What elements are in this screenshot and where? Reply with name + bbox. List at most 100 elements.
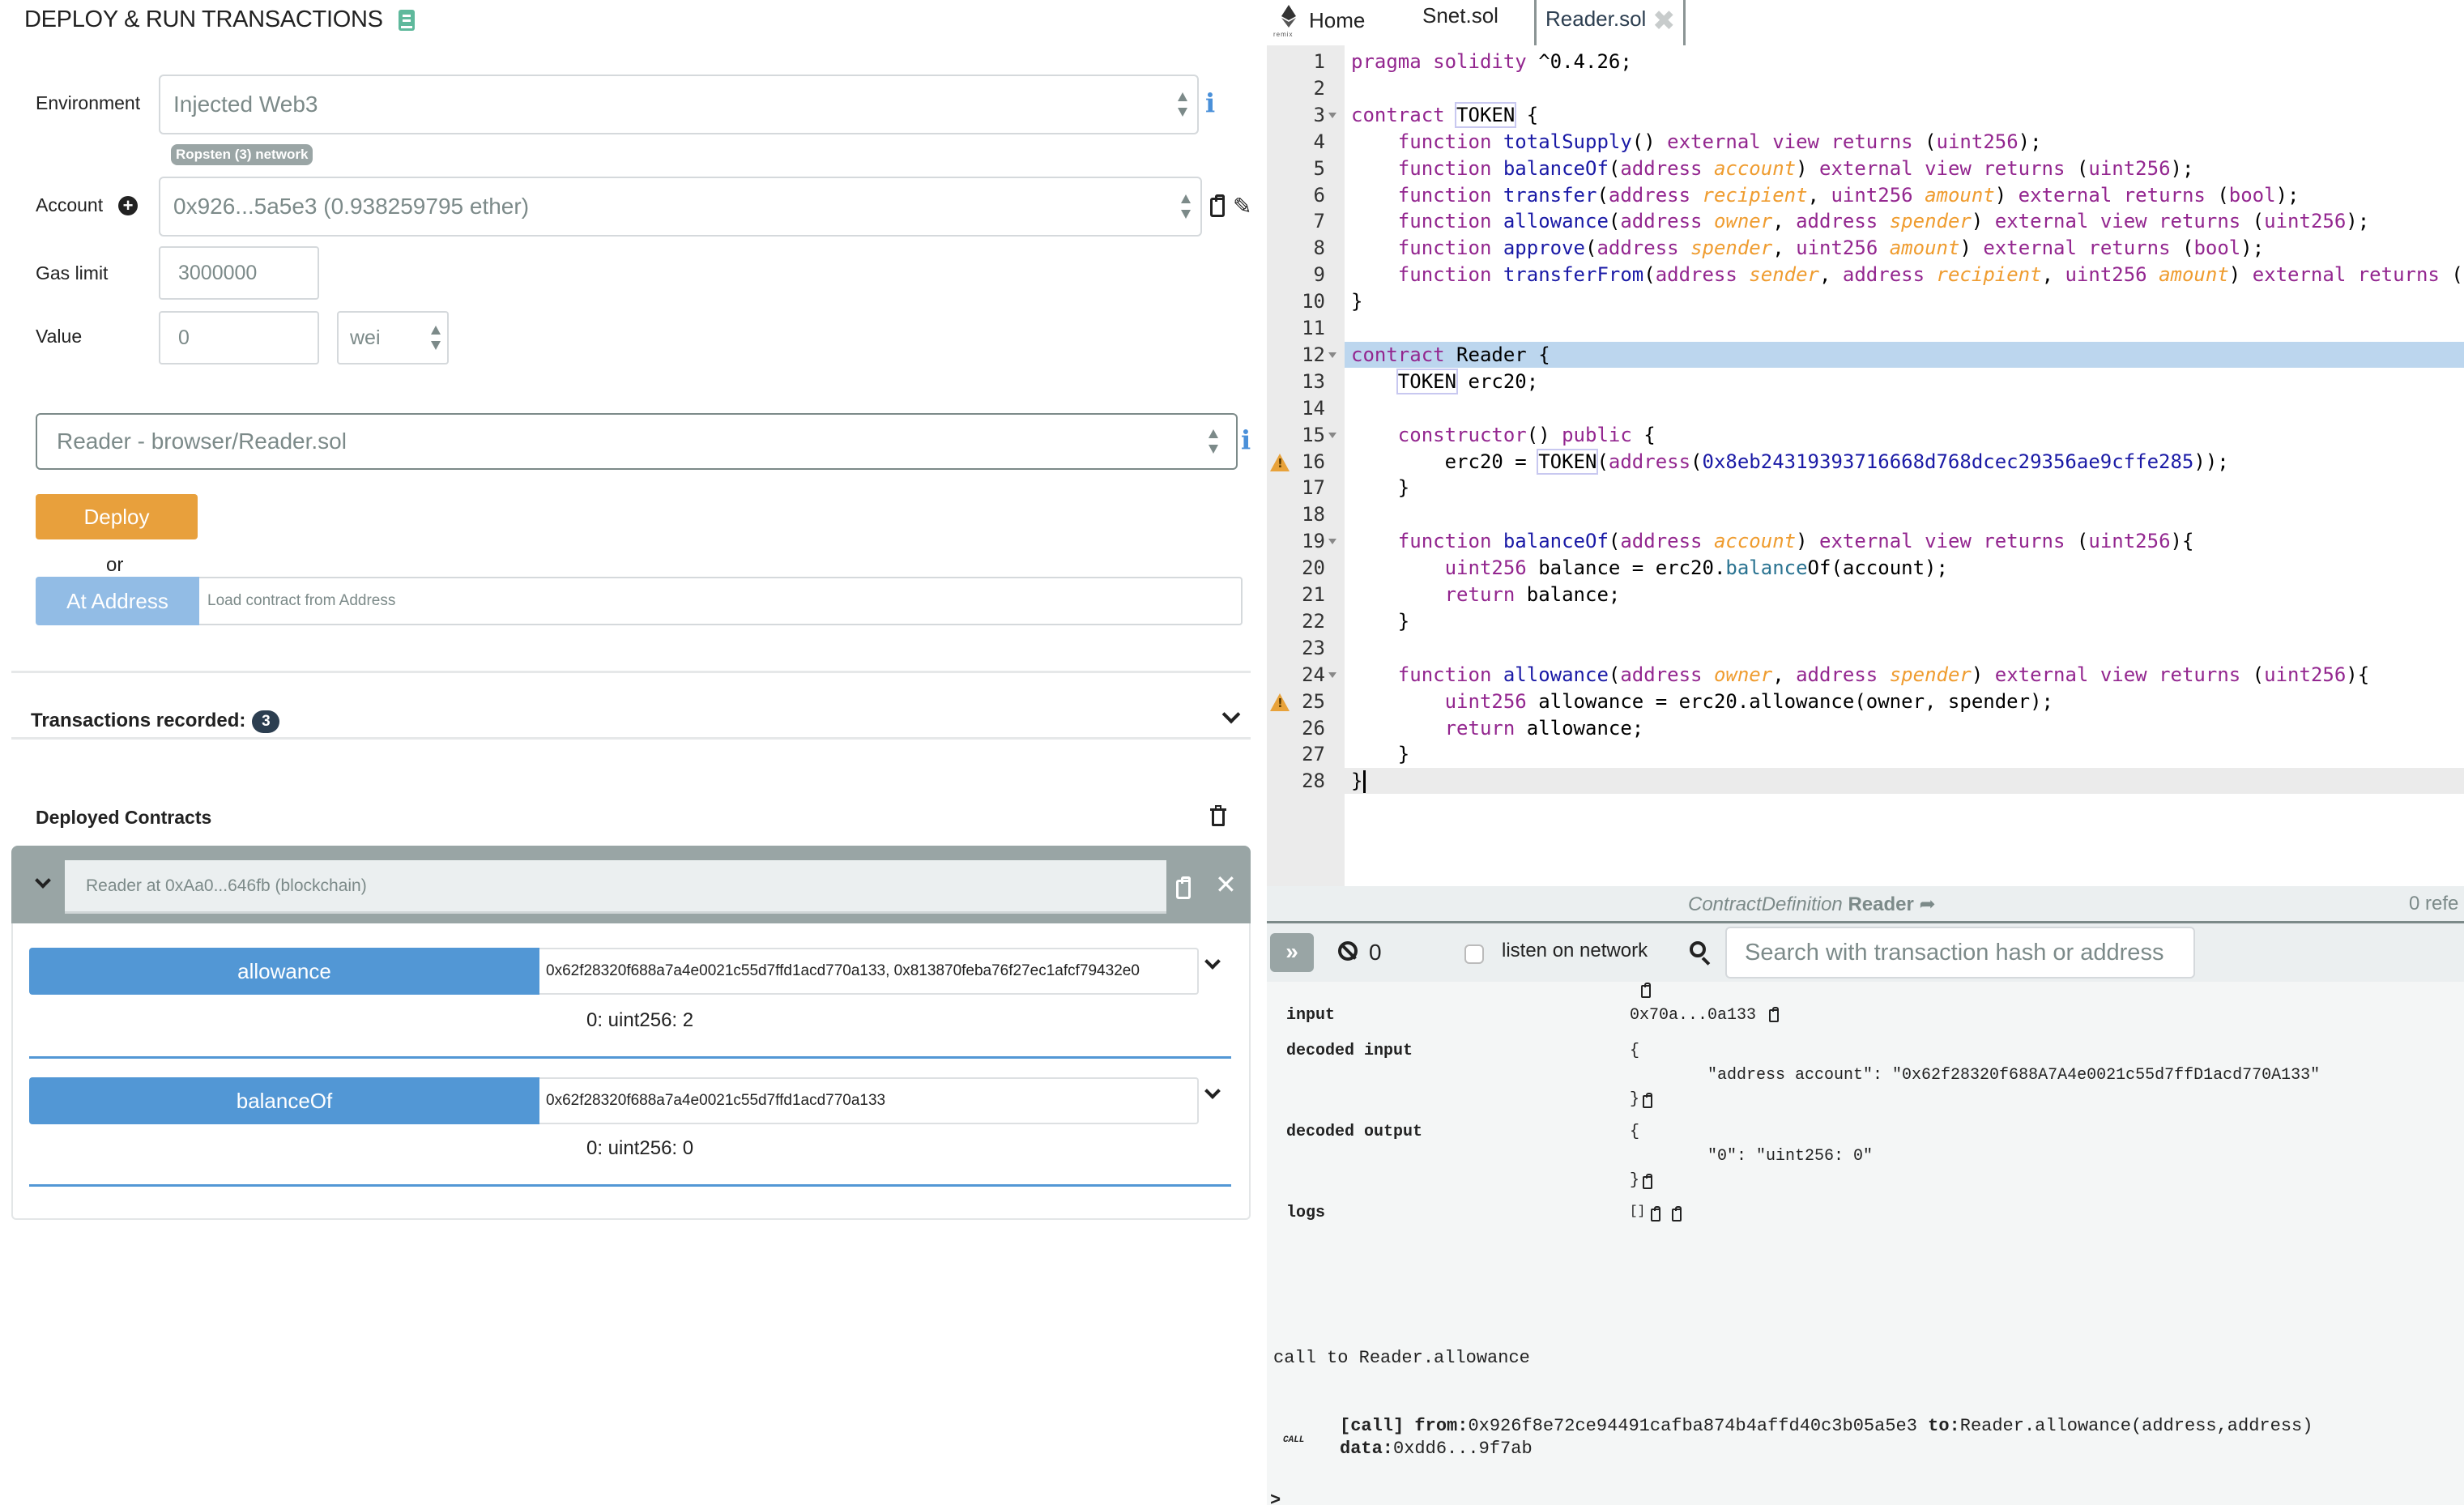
copy-decoded-input-clipboard-icon[interactable] (1643, 1093, 1652, 1108)
code-line[interactable]: 20 uint256 balance = erc20.balanceOf(acc… (1267, 555, 2464, 581)
code-line[interactable]: 27 } (1267, 741, 2464, 767)
chevron-down-icon[interactable] (1221, 705, 1241, 724)
code-text: uint256 allowance = erc20.allowance(owne… (1444, 689, 2053, 713)
transaction-search-input[interactable]: Search with transaction hash or address (1725, 927, 2195, 978)
tab-snet-sol[interactable]: Snet.sol (1422, 3, 1498, 28)
account-select[interactable]: 0x926...5a5e3 (0.938259795 ether) (159, 177, 1202, 237)
decoded-input-open: { (1630, 1042, 1640, 1060)
code-line[interactable]: 1 pragma solidity ^0.4.26; (1267, 49, 2464, 75)
gas-limit-value: 3000000 (178, 261, 258, 284)
remix-logo[interactable]: remix (1273, 5, 1306, 39)
copy-logs-clipboard-icon[interactable] (1672, 1206, 1682, 1221)
function-button-allowance[interactable]: allowance (29, 948, 539, 995)
function-button-balanceof[interactable]: balanceOf (29, 1077, 539, 1124)
environment-info-icon[interactable]: i (1205, 87, 1215, 118)
copy-input-clipboard-icon[interactable] (1769, 1007, 1779, 1022)
fold-arrow-icon[interactable] (1328, 539, 1336, 545)
terminal-prompt[interactable]: > (1270, 1490, 1281, 1505)
code-line[interactable]: 21 return balance; (1267, 582, 2464, 608)
copy-logs-clipboard-icon[interactable] (1651, 1206, 1660, 1221)
code-text: function balanceOf(address account) exte… (1397, 530, 2194, 553)
line-number: 15 (1302, 423, 1325, 446)
code-editor[interactable]: 1 pragma solidity ^0.4.26; 2 3 contract TOKE… (1267, 45, 2464, 886)
code-line[interactable]: 13 TOKEN erc20; (1267, 368, 2464, 394)
code-line[interactable]: 3 contract TOKEN { (1267, 101, 2464, 128)
tab-reader-sol[interactable]: Reader.sol (1545, 6, 1646, 32)
at-address-button[interactable]: At Address (36, 577, 199, 625)
remove-instance-close-icon[interactable]: ✕ (1215, 872, 1237, 897)
code-line[interactable]: 15 constructor() public { (1267, 422, 2464, 448)
code-line[interactable]: 12 contract Reader { (1267, 341, 2464, 368)
load-contract-address-input[interactable]: Load contract from Address (199, 577, 1243, 625)
code-line[interactable]: 6 function transfer(address recipient, u… (1267, 182, 2464, 208)
code-line[interactable]: 9 function transferFrom(address sender, … (1267, 262, 2464, 288)
close-tab-icon[interactable]: ✖ (1652, 5, 1676, 37)
value-input[interactable]: 0 (159, 311, 319, 365)
documentation-book-icon[interactable] (399, 10, 415, 31)
code-line[interactable]: 7 function allowance(address owner, addr… (1267, 208, 2464, 234)
contract-select[interactable]: Reader - browser/Reader.sol (36, 413, 1238, 470)
code-line[interactable]: 24 function allowance(address owner, add… (1267, 662, 2464, 688)
panel-title: DEPLOY & RUN TRANSACTIONS (24, 6, 383, 32)
code-line[interactable]: 4 function totalSupply() external view r… (1267, 129, 2464, 155)
line-number: 23 (1302, 636, 1325, 659)
listen-on-network-checkbox[interactable] (1464, 944, 1484, 964)
create-account-plus-icon[interactable]: + (118, 196, 138, 215)
code-text: contract TOKEN { (1351, 101, 1539, 128)
warning-icon[interactable] (1270, 693, 1290, 711)
allowance-args: 0x62f28320f688a7a4e0021c55d7ffd1acd770a1… (546, 962, 1140, 979)
code-line[interactable]: 22 } (1267, 608, 2464, 634)
environment-select[interactable]: Injected Web3 (159, 75, 1199, 134)
code-line[interactable]: 8 function approve(address spender, uint… (1267, 235, 2464, 261)
warning-icon[interactable] (1270, 453, 1290, 471)
code-line[interactable]: 19 function balanceOf(address account) e… (1267, 528, 2464, 554)
select-arrows-icon (1181, 194, 1191, 219)
copy-address-clipboard-icon[interactable] (1176, 876, 1191, 899)
function-separator (29, 1056, 1231, 1059)
editor-pane: remix Home Snet.sol Reader.sol ✖ 1 pragma… (1267, 0, 2464, 1505)
code-line[interactable]: 14 (1267, 395, 2464, 421)
fold-arrow-icon[interactable] (1328, 432, 1336, 438)
deploy-button[interactable]: Deploy (36, 494, 198, 539)
line-number: 10 (1302, 290, 1325, 313)
copy-decoded-output-clipboard-icon[interactable] (1643, 1174, 1652, 1189)
value-unit-select[interactable]: wei (337, 311, 449, 365)
tab-home[interactable]: Home (1309, 8, 1365, 33)
contract-instance-title[interactable]: Reader at 0xAa0...646fb (blockchain) (65, 860, 1166, 914)
code-line[interactable]: 25 uint256 allowance = erc20.allowance(o… (1267, 689, 2464, 714)
gas-limit-input[interactable]: 3000000 (159, 246, 319, 300)
code-line[interactable]: 28} (1267, 768, 2464, 795)
code-line[interactable]: 26 return allowance; (1267, 715, 2464, 741)
function-input-balanceof[interactable]: 0x62f28320f688a7a4e0021c55d7ffd1acd770a1… (539, 1077, 1199, 1124)
copy-account-clipboard-icon[interactable] (1210, 194, 1225, 217)
fold-arrow-icon[interactable] (1328, 112, 1336, 118)
code-line[interactable]: 16 erc20 = TOKEN(address(0x8eb2431939371… (1267, 448, 2464, 475)
edit-signature-icon[interactable]: ✎ (1233, 194, 1254, 219)
code-line[interactable]: 10} (1267, 288, 2464, 314)
contract-info-icon[interactable]: i (1241, 424, 1251, 455)
code-line[interactable]: 18 (1267, 501, 2464, 527)
copy-clipboard-icon[interactable] (1641, 983, 1651, 998)
code-line[interactable]: 11 (1267, 315, 2464, 341)
code-line[interactable]: 17 } (1267, 475, 2464, 501)
transactions-recorded-toggle[interactable]: Transactions recorded: 3 (31, 710, 280, 733)
divider (11, 671, 1251, 673)
from-address: 0x926f8e72ce94491cafba874b4affd40c3b05a5… (1468, 1416, 1917, 1436)
fold-arrow-icon[interactable] (1328, 671, 1336, 678)
from-label: from: (1414, 1416, 1469, 1436)
status-name[interactable]: Reader (1848, 893, 1913, 915)
collapse-terminal-button[interactable]: » (1270, 933, 1314, 972)
code-line[interactable]: 23 (1267, 635, 2464, 661)
pending-tx-count: 0 (1369, 940, 1382, 965)
fold-arrow-icon[interactable] (1328, 352, 1336, 358)
trash-icon[interactable] (1210, 805, 1226, 826)
code-line[interactable]: 5 function balanceOf(address account) ex… (1267, 156, 2464, 181)
clear-console-ban-icon[interactable] (1338, 941, 1358, 961)
function-input-allowance[interactable]: 0x62f28320f688a7a4e0021c55d7ffd1acd770a1… (539, 948, 1199, 995)
value-amount: 0 (178, 326, 190, 349)
goto-definition-arrow-icon[interactable]: ➦ (1919, 893, 1935, 915)
code-line[interactable]: 2 (1267, 75, 2464, 101)
call-entry[interactable]: [call] from:0x926f8e72ce94491cafba874b4a… (1340, 1416, 2313, 1436)
tab-divider (1683, 0, 1686, 45)
deploy-run-panel: DEPLOY & RUN TRANSACTIONS Environment In… (0, 0, 1265, 1505)
